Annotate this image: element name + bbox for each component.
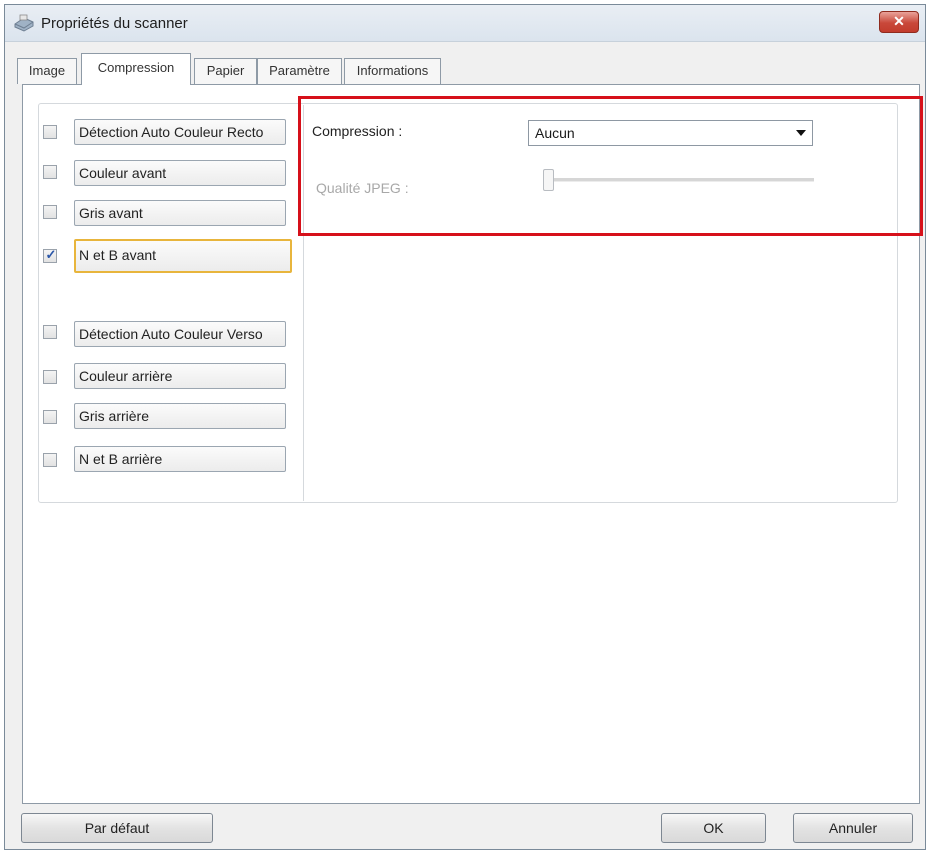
option-auto-color-back[interactable]: Détection Auto Couleur Verso [74, 321, 286, 347]
checkmark-icon: ✓ [45, 247, 57, 262]
ok-button[interactable]: OK [661, 813, 766, 843]
cancel-button[interactable]: Annuler [793, 813, 913, 843]
option-gray-back[interactable]: Gris arrière [74, 403, 286, 429]
checkbox-bw-back[interactable] [43, 453, 57, 467]
compression-tab-panel: Détection Auto Couleur Recto Couleur ava… [22, 84, 923, 804]
tab-papier[interactable]: Papier [194, 58, 257, 84]
checkbox-color-front[interactable] [43, 165, 57, 179]
close-icon: ✕ [893, 13, 905, 29]
window-title: Propriétés du scanner [41, 15, 188, 32]
option-color-front[interactable]: Couleur avant [74, 160, 286, 186]
option-bw-front[interactable]: N et B avant [74, 239, 292, 273]
checkbox-gray-back[interactable] [43, 410, 57, 424]
tab-compression[interactable]: Compression [81, 53, 191, 85]
dropdown-arrow-icon [796, 130, 806, 136]
checkbox-gray-front[interactable] [43, 205, 57, 219]
compression-value: Aucun [535, 125, 575, 141]
default-button[interactable]: Par défaut [21, 813, 213, 843]
jpeg-quality-label: Qualité JPEG : [316, 180, 409, 196]
compression-select[interactable]: Aucun [528, 120, 813, 146]
title-bar[interactable]: Propriétés du scanner ✕ [5, 5, 925, 42]
compression-label: Compression : [312, 123, 403, 139]
option-gray-front[interactable]: Gris avant [74, 200, 286, 226]
checkbox-color-back[interactable] [43, 370, 57, 384]
option-color-back[interactable]: Couleur arrière [74, 363, 286, 389]
jpeg-quality-slider-track [546, 178, 814, 182]
scanner-properties-dialog: Propriétés du scanner ✕ Image Compressio… [4, 4, 926, 850]
checkbox-auto-color-back[interactable] [43, 325, 57, 339]
checkbox-auto-color-front[interactable] [43, 125, 57, 139]
option-bw-back[interactable]: N et B arrière [74, 446, 286, 472]
checkbox-bw-front[interactable]: ✓ [43, 247, 57, 263]
scanner-icon [14, 14, 34, 32]
tab-informations[interactable]: Informations [344, 58, 441, 84]
tab-image[interactable]: Image [17, 58, 77, 84]
jpeg-quality-slider-thumb[interactable] [543, 169, 554, 191]
tab-parametre[interactable]: Paramètre [257, 58, 342, 84]
option-auto-color-front[interactable]: Détection Auto Couleur Recto [74, 119, 286, 145]
compression-settings-area [303, 105, 896, 501]
close-button[interactable]: ✕ [879, 11, 919, 33]
